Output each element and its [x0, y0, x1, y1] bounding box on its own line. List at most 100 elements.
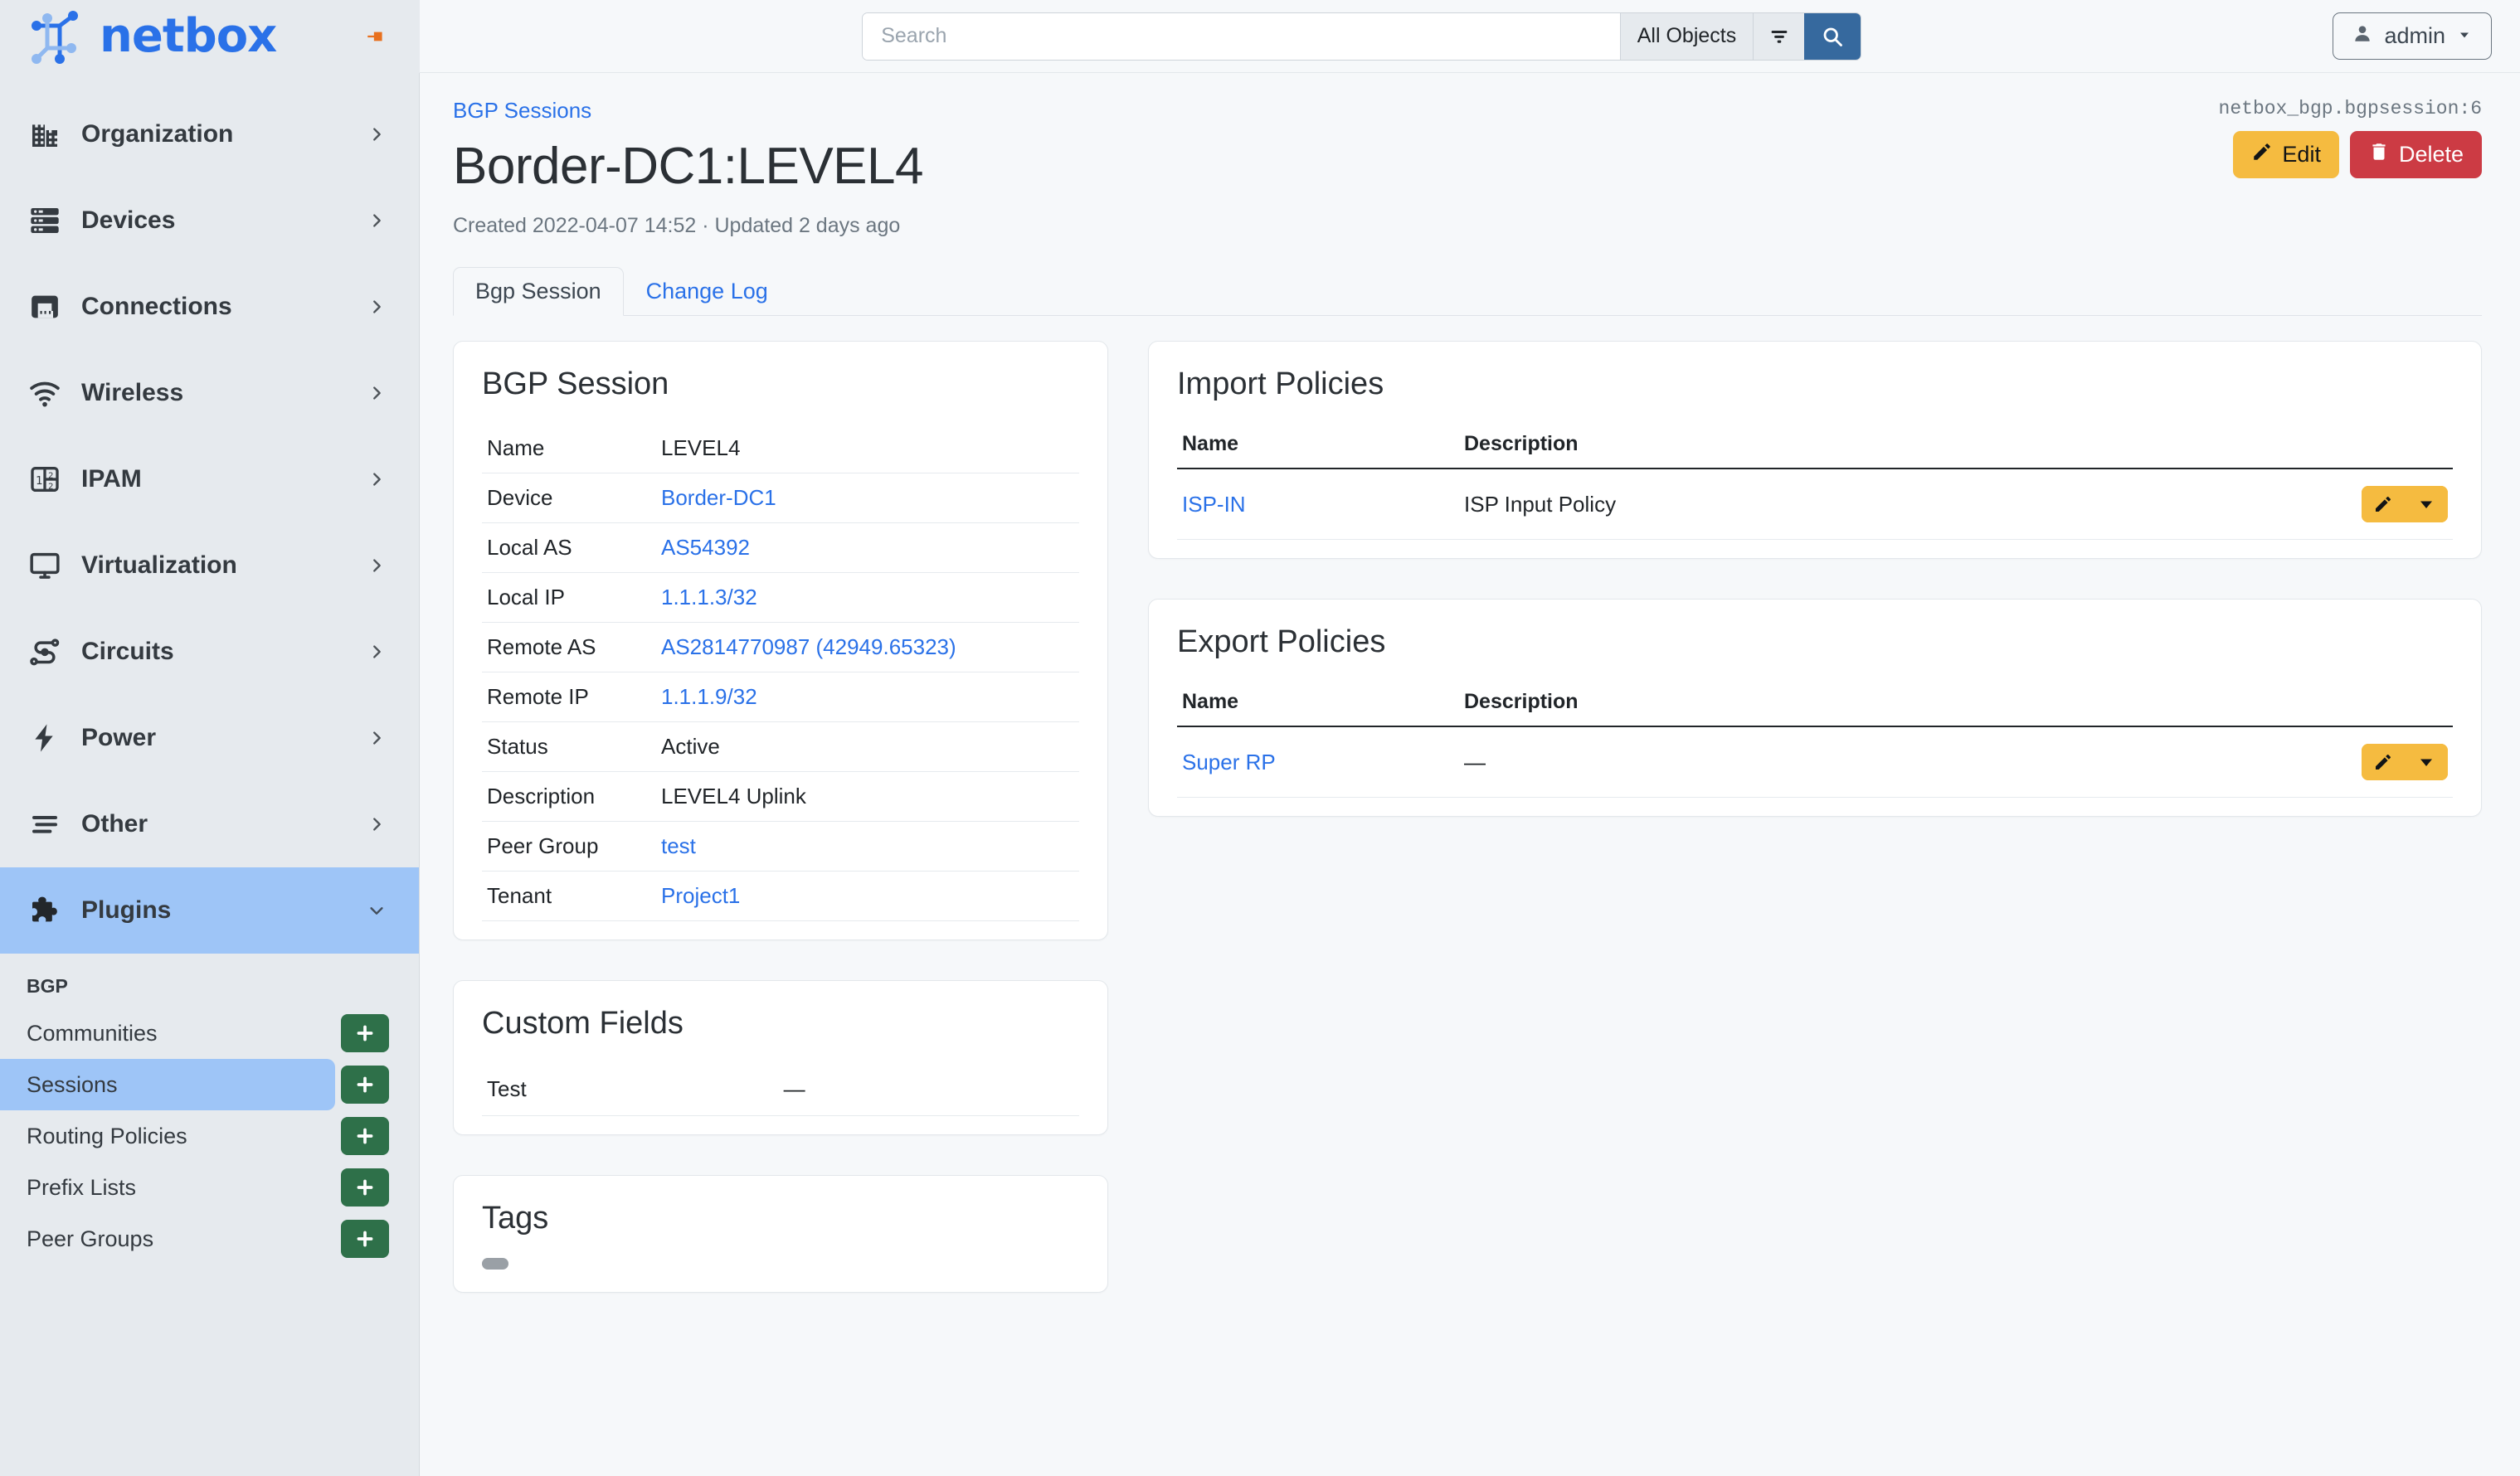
- plugin-group-heading-bgp: BGP: [0, 954, 419, 1007]
- column-header-description: Description: [1459, 682, 2019, 726]
- sidebar-item-label: Wireless: [81, 379, 367, 407]
- sidebar-item-label: Sessions: [27, 1072, 341, 1098]
- row-key: Remote IP: [482, 672, 656, 722]
- sidebar-item-connections[interactable]: Connections: [0, 264, 419, 350]
- row-value-link[interactable]: Project1: [661, 883, 740, 908]
- delete-button[interactable]: Delete: [2350, 131, 2482, 178]
- trash-icon: [2368, 141, 2390, 168]
- row-value-link[interactable]: 1.1.1.3/32: [661, 585, 757, 609]
- circuit-icon: [27, 634, 63, 670]
- chevron-right-icon: [367, 556, 386, 575]
- import-policies-card: Import Policies Name Description ISP-IN …: [1148, 341, 2482, 559]
- breadcrumb[interactable]: BGP Sessions: [453, 98, 591, 123]
- table-row: Peer Group test: [482, 822, 1079, 872]
- edit-policy-button[interactable]: [2362, 744, 2405, 780]
- add-peer-group-button[interactable]: [341, 1220, 389, 1258]
- row-value-link[interactable]: AS54392: [661, 535, 750, 560]
- chevron-right-icon: [367, 470, 386, 488]
- sidebar-item-plugins[interactable]: Plugins: [0, 867, 419, 954]
- card-title: Tags: [482, 1201, 1079, 1236]
- add-session-button[interactable]: [341, 1066, 389, 1104]
- edit-policy-button[interactable]: [2362, 486, 2405, 522]
- edit-button[interactable]: Edit: [2233, 131, 2339, 178]
- row-value: Active: [656, 722, 1079, 772]
- tag-badge[interactable]: [482, 1258, 508, 1270]
- policy-name-link[interactable]: ISP-IN: [1182, 492, 1246, 517]
- row-value-link[interactable]: test: [661, 833, 696, 858]
- card-title: Export Policies: [1177, 624, 2453, 660]
- user-menu-button[interactable]: admin: [2333, 12, 2492, 60]
- list-icon: [27, 806, 63, 842]
- monitor-icon: [27, 547, 63, 584]
- page-header: BGP Sessions Border-DC1:LEVEL4 Created 2…: [453, 73, 2482, 238]
- filter-icon[interactable]: [1753, 13, 1804, 60]
- custom-fields-table: Test —: [482, 1063, 1079, 1116]
- card-title: Custom Fields: [482, 1006, 1079, 1041]
- sidebar-item-virtualization[interactable]: Virtualization: [0, 522, 419, 609]
- export-policies-table: Name Description Super RP —: [1177, 682, 2453, 798]
- sidebar-item-ipam[interactable]: 1 2 2 IPAM: [0, 436, 419, 522]
- policy-dropdown-button[interactable]: [2405, 744, 2448, 780]
- policy-dropdown-button[interactable]: [2405, 486, 2448, 522]
- row-value-link[interactable]: 1.1.1.9/32: [661, 684, 757, 709]
- sidebar-item-organization[interactable]: Organization: [0, 91, 419, 177]
- search-scope-selector[interactable]: All Objects: [1620, 13, 1753, 60]
- table-row: Local AS AS54392: [482, 523, 1079, 573]
- policy-description: —: [1459, 726, 2019, 798]
- sidebar-item-devices[interactable]: Devices: [0, 177, 419, 264]
- column-header-name: Name: [1177, 682, 1459, 726]
- brand-header[interactable]: netbox: [0, 0, 420, 73]
- sidebar-item-communities[interactable]: Communities: [0, 1007, 419, 1059]
- column-header-name: Name: [1177, 424, 1459, 469]
- sidebar-item-routing-policies[interactable]: Routing Policies: [0, 1110, 419, 1162]
- svg-text:2: 2: [48, 483, 53, 492]
- sidebar-item-label: Devices: [81, 206, 367, 235]
- sidebar-item-label: Connections: [81, 293, 367, 321]
- search-input[interactable]: [863, 13, 1620, 60]
- tab-bgp-session[interactable]: Bgp Session: [453, 267, 624, 316]
- table-header-row: Name Description: [1177, 424, 2453, 469]
- policy-name-link[interactable]: Super RP: [1182, 750, 1276, 774]
- sidebar-item-power[interactable]: Power: [0, 695, 419, 781]
- sidebar-item-wireless[interactable]: Wireless: [0, 350, 419, 436]
- row-key: Device: [482, 473, 656, 523]
- top-bar: netbox All Objects: [0, 0, 2520, 73]
- add-prefix-list-button[interactable]: [341, 1168, 389, 1207]
- row-value-link[interactable]: Border-DC1: [661, 485, 776, 510]
- numbers-icon: 1 2 2: [27, 461, 63, 498]
- table-row: Test —: [482, 1063, 1079, 1116]
- sidebar-item-sessions[interactable]: Sessions: [0, 1059, 419, 1110]
- bgp-session-card: BGP Session Name LEVEL4 Device Border-DC…: [453, 341, 1108, 940]
- add-community-button[interactable]: [341, 1014, 389, 1052]
- row-key: Status: [482, 722, 656, 772]
- sidebar-item-label: Communities: [27, 1021, 341, 1046]
- column-header-actions: [2082, 424, 2453, 469]
- pin-icon[interactable]: [365, 26, 387, 47]
- pencil-icon: [2373, 494, 2393, 514]
- plus-icon: [354, 1228, 376, 1250]
- tab-bar: Bgp Session Change Log: [453, 268, 2482, 316]
- edit-button-label: Edit: [2282, 142, 2321, 168]
- sidebar-item-circuits[interactable]: Circuits: [0, 609, 419, 695]
- row-value: LEVEL4 Uplink: [656, 772, 1079, 822]
- bgp-session-table: Name LEVEL4 Device Border-DC1 Local AS A…: [482, 424, 1079, 921]
- row-key: Name: [482, 424, 656, 473]
- sidebar-item-other[interactable]: Other: [0, 781, 419, 867]
- row-key: Description: [482, 772, 656, 822]
- search-icon[interactable]: [1804, 13, 1861, 60]
- policy-description: ISP Input Policy: [1459, 469, 2082, 540]
- global-search[interactable]: All Objects: [862, 12, 1861, 61]
- chevron-right-icon: [367, 643, 386, 661]
- table-row: Local IP 1.1.1.3/32: [482, 573, 1079, 623]
- plus-icon: [354, 1177, 376, 1198]
- sidebar-item-prefix-lists[interactable]: Prefix Lists: [0, 1162, 419, 1213]
- sidebar-item-peer-groups[interactable]: Peer Groups: [0, 1213, 419, 1265]
- table-row: Tenant Project1: [482, 872, 1079, 921]
- tab-change-log[interactable]: Change Log: [624, 267, 791, 316]
- chevron-right-icon: [367, 729, 386, 747]
- plus-icon: [354, 1125, 376, 1147]
- add-routing-policy-button[interactable]: [341, 1117, 389, 1155]
- row-value-link[interactable]: AS2814770987 (42949.65323): [661, 634, 956, 659]
- lightning-bolt-icon: [27, 720, 63, 756]
- server-icon: [27, 202, 63, 239]
